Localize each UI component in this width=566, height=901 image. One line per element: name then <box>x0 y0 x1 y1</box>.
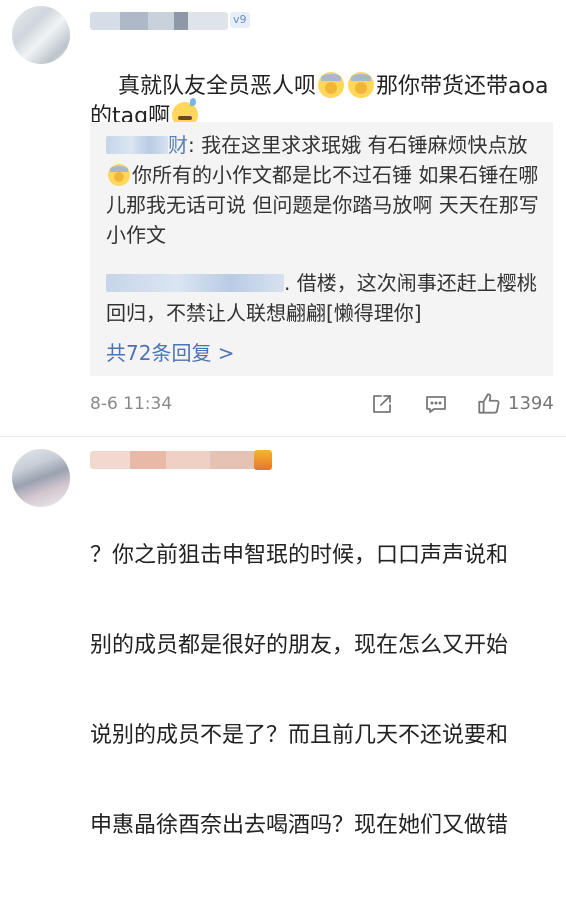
action-bar: 1394 <box>368 390 558 418</box>
reply-item[interactable]: . 借楼，这次闹事还赶上樱桃回归，不禁让人联想翩翩[懒得理你] <box>106 268 542 328</box>
more-replies-link[interactable]: 共72条回复 > <box>106 340 235 366</box>
like-button[interactable]: 1394 <box>476 390 554 418</box>
avatar[interactable] <box>12 6 70 64</box>
like-count: 1394 <box>508 393 554 414</box>
fearful-face-icon <box>108 164 130 186</box>
fan-badge-icon <box>254 450 272 470</box>
comment-text: ？你之前狙击申智珉的时候，口口声声说和 别的成员都是很好的朋友，现在怎么又开始 … <box>90 543 509 838</box>
reply-username[interactable] <box>106 274 284 292</box>
member-badge: v9 <box>230 12 250 28</box>
share-icon <box>373 395 391 413</box>
fearful-face-icon <box>348 72 374 98</box>
avatar[interactable] <box>12 449 70 507</box>
comment-1: v9 真就队友全员恶人呗 那你带货还带aoa 的tag啊 财: 我在这里求求珉娥 有… <box>0 0 566 437</box>
timestamp: 8-6 11:34 <box>90 394 173 414</box>
comment-icon <box>426 396 446 413</box>
share-button[interactable] <box>370 390 394 418</box>
fearful-face-icon <box>318 72 344 98</box>
reply-item[interactable]: 财: 我在这里求求珉娥 有石锤麻烦快点放你所有的小作文都是比不过石锤 如果石锤在… <box>106 130 542 250</box>
comment-2: ？你之前狙击申智珉的时候，口口声声说和 别的成员都是很好的朋友，现在怎么又开始 … <box>0 437 566 838</box>
username[interactable] <box>90 451 256 469</box>
comment-button[interactable] <box>424 390 448 418</box>
username[interactable] <box>90 12 228 30</box>
reply-box: 财: 我在这里求求珉娥 有石锤麻烦快点放你所有的小作文都是比不过石锤 如果石锤在… <box>90 122 553 376</box>
reply-username[interactable] <box>106 136 168 154</box>
like-icon <box>478 393 500 414</box>
